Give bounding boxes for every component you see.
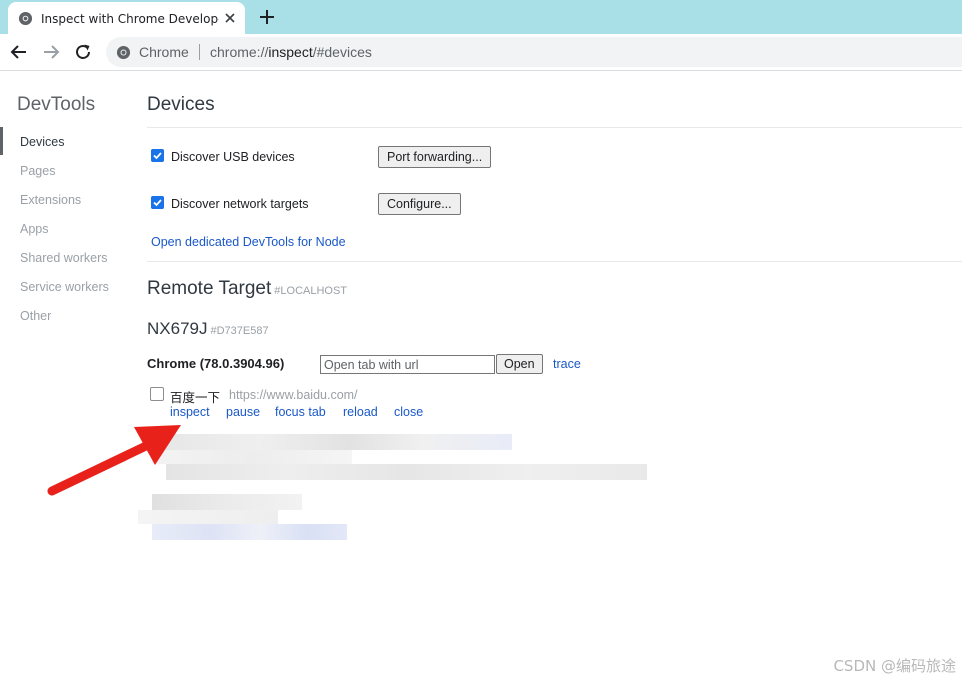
new-tab-icon[interactable]: [257, 7, 277, 27]
sidebar-item-apps[interactable]: Apps: [20, 222, 49, 236]
remote-target-title: Remote Target: [147, 278, 272, 299]
sidebar-item-other[interactable]: Other: [20, 309, 51, 323]
focus-tab-link[interactable]: focus tab: [275, 405, 326, 419]
devices-heading: Devices: [147, 94, 215, 115]
divider: [147, 127, 962, 128]
divider: [147, 261, 962, 262]
page-thumbnail: [150, 387, 164, 401]
sidebar-item-pages[interactable]: Pages: [20, 164, 55, 178]
open-button[interactable]: Open: [496, 354, 543, 374]
reload-link[interactable]: reload: [343, 405, 378, 419]
device-heading: NX679J #D737E587: [147, 319, 269, 339]
device-id: #D737E587: [210, 325, 269, 337]
open-node-devtools-link[interactable]: Open dedicated DevTools for Node: [151, 235, 346, 249]
device-name: NX679J: [147, 319, 208, 338]
sidebar-item-shared-workers[interactable]: Shared workers: [20, 251, 108, 265]
tab-inspect[interactable]: Inspect with Chrome Developer Tools: [8, 2, 245, 34]
omnibox-chip: Chrome: [139, 44, 189, 60]
sidebar-item-extensions[interactable]: Extensions: [20, 193, 81, 207]
watermark: CSDN @编码旅途: [833, 657, 956, 675]
trace-link[interactable]: trace: [553, 357, 581, 371]
reload-icon[interactable]: [74, 43, 92, 61]
url-scheme: chrome://: [210, 44, 269, 60]
network-checkbox-label: Discover network targets: [171, 197, 309, 211]
address-bar[interactable]: Chrome chrome://inspect/#devices: [106, 37, 962, 67]
sidebar-title: DevTools: [17, 94, 96, 115]
remote-target-heading: Remote Target #LOCALHOST: [147, 278, 347, 300]
browser-name: Chrome (78.0.3904.96): [147, 356, 285, 371]
close-link[interactable]: close: [394, 405, 423, 419]
url-rest: /#devices: [312, 44, 372, 60]
sidebar-item-devices[interactable]: Devices: [20, 135, 64, 149]
configure-button[interactable]: Configure...: [378, 193, 461, 215]
port-forwarding-button[interactable]: Port forwarding...: [378, 146, 492, 168]
chrome-globe-icon: [18, 11, 33, 26]
chrome-icon: [116, 45, 131, 60]
open-tab-url-input[interactable]: [320, 355, 495, 374]
forward-arrow-icon[interactable]: [42, 43, 60, 61]
sidebar-item-service-workers[interactable]: Service workers: [20, 280, 109, 294]
red-arrow-icon: [47, 425, 181, 496]
page-title: 百度一下: [170, 390, 221, 405]
tab-title: Inspect with Chrome Developer Tools: [41, 12, 219, 26]
active-indicator: [0, 127, 3, 155]
omnibox-separator: [199, 44, 200, 60]
close-icon[interactable]: [223, 11, 237, 25]
url-host: inspect: [268, 44, 313, 60]
pause-link[interactable]: pause: [226, 405, 260, 419]
browser-toolbar: Chrome chrome://inspect/#devices: [0, 34, 962, 71]
tab-strip: Inspect with Chrome Developer Tools: [0, 0, 962, 34]
page-url: https://www.baidu.com/: [229, 388, 358, 402]
usb-checkbox[interactable]: [151, 149, 164, 162]
omnibox-url: chrome://inspect/#devices: [210, 44, 372, 60]
network-checkbox[interactable]: [151, 196, 164, 209]
remote-target-subtitle: #LOCALHOST: [274, 285, 348, 297]
back-arrow-icon[interactable]: [10, 43, 28, 61]
usb-checkbox-label: Discover USB devices: [171, 150, 295, 164]
